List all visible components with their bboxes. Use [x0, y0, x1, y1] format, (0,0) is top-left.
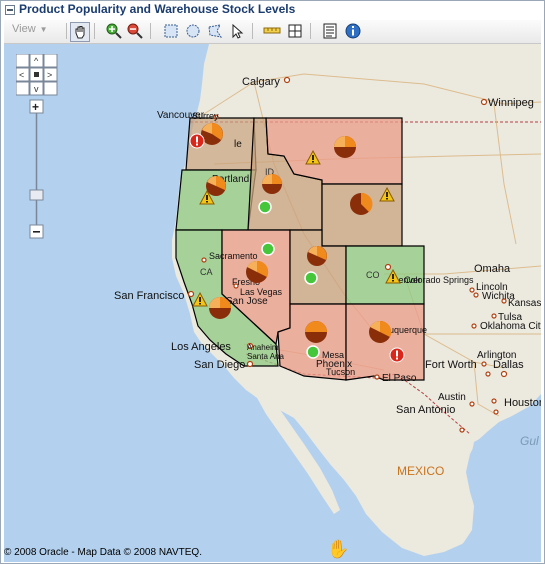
city-label-anaheim: Anaheim	[247, 343, 279, 352]
city-label-seattle: le	[234, 139, 242, 150]
chevron-down-icon: ▼	[39, 25, 48, 34]
city-label-omaha: Omaha	[474, 263, 511, 275]
city-label-winnipeg: Winnipeg	[488, 97, 534, 109]
city-label-santa-ana: Santa Ana	[247, 352, 284, 361]
city-label-oklahoma-city: Oklahoma City	[480, 321, 541, 332]
city-label-surrey: Surrey	[192, 111, 219, 121]
zoom-out-button[interactable]	[126, 22, 144, 40]
pie-marker[interactable]	[206, 176, 226, 196]
ok-status-icon[interactable]	[304, 271, 318, 285]
map-panel: Product Popularity and Warehouse Stock L…	[0, 0, 545, 564]
toolbar-separator	[66, 23, 67, 39]
minus-icon	[33, 231, 40, 233]
area-measure-button[interactable]	[286, 22, 304, 40]
zoom-out-icon	[127, 23, 143, 39]
collapse-icon[interactable]	[5, 5, 15, 15]
view-dropdown[interactable]: View ▼	[12, 23, 48, 35]
error-icon[interactable]	[189, 133, 205, 149]
city-label-tucson: Tucson	[326, 367, 355, 377]
polygon-select-icon	[208, 24, 223, 38]
country-label-mexico: MEXICO	[397, 464, 444, 478]
zoom-in-icon	[106, 23, 122, 39]
arrow-left-icon: <	[19, 70, 24, 80]
water-label-gulf: Gul	[520, 434, 539, 448]
pan-north-west-button[interactable]	[16, 54, 30, 68]
city-label-houston: Houston	[504, 397, 541, 409]
city-label-los-angeles: Los Angeles	[171, 341, 231, 353]
map-copyright: © 2008 Oracle - Map Data © 2008 NAVTEQ.	[4, 547, 202, 558]
city-label-austin: Austin	[438, 392, 466, 403]
panel-title: Product Popularity and Warehouse Stock L…	[19, 2, 296, 16]
rectangle-select-icon	[164, 24, 178, 38]
map-svg: Calgary Winnipeg Vancouver Surrey le Por…	[4, 44, 541, 562]
city-label-sacramento: Sacramento	[209, 251, 258, 261]
pie-marker[interactable]	[262, 174, 282, 194]
city-label-wichita: Wichita	[482, 291, 515, 302]
city-label-las-vegas: Las Vegas	[240, 287, 283, 297]
polygon-select-button[interactable]	[206, 22, 224, 40]
pie-marker[interactable]	[305, 321, 327, 343]
map-canvas[interactable]: Calgary Winnipeg Vancouver Surrey le Por…	[4, 44, 541, 562]
ruler-icon	[263, 27, 281, 34]
zoom-slider[interactable]: +	[29, 99, 44, 239]
plus-icon: +	[32, 100, 39, 114]
city-label-el-paso: El Paso	[382, 373, 417, 384]
toolbar-separator	[150, 23, 151, 39]
pan-tool-button[interactable]	[70, 22, 90, 42]
zoom-in-button[interactable]	[105, 22, 123, 40]
ok-status-icon[interactable]	[261, 242, 275, 256]
state-label-co: CO	[366, 270, 380, 280]
circle-select-icon	[186, 24, 200, 38]
measure-distance-button[interactable]	[263, 22, 281, 40]
city-label-colorado-springs: Colorado Springs	[404, 275, 474, 285]
hand-icon	[75, 26, 85, 39]
city-label-san-jose: San Jose	[226, 296, 268, 307]
arrow-right-icon: >	[47, 70, 52, 80]
center-dot-icon	[34, 72, 39, 77]
pie-marker[interactable]	[209, 297, 231, 319]
error-icon[interactable]	[389, 347, 405, 363]
panel-header: Product Popularity and Warehouse Stock L…	[1, 1, 544, 19]
toolbar-separator	[310, 23, 311, 39]
zoom-slider-thumb[interactable]	[29, 189, 44, 201]
pan-north-east-button[interactable]	[43, 54, 58, 68]
city-label-san-diego: San Diego	[194, 359, 245, 371]
city-label-fort-worth: Fort Worth	[425, 359, 477, 371]
pan-south-west-button[interactable]	[16, 81, 30, 96]
toolbar-separator	[94, 23, 95, 39]
circle-select-button[interactable]	[184, 22, 202, 40]
map-toolbar: View ▼	[4, 20, 541, 44]
arrow-down-icon: v	[34, 84, 39, 94]
pointer-icon	[232, 23, 244, 39]
state-label-ca: CA	[200, 267, 213, 277]
city-label-dallas: Dallas	[493, 359, 524, 371]
rectangle-select-button[interactable]	[162, 22, 180, 40]
pie-marker[interactable]	[350, 192, 373, 215]
city-label-calgary: Calgary	[242, 76, 280, 88]
ok-status-icon[interactable]	[306, 345, 320, 359]
region-new-mexico[interactable]	[345, 303, 425, 381]
pan-south-east-button[interactable]	[43, 81, 58, 96]
pie-marker[interactable]	[307, 246, 327, 266]
info-icon	[345, 23, 361, 39]
city-label-albuquerque: uquerque	[389, 325, 427, 335]
ok-status-icon[interactable]	[258, 200, 272, 214]
pie-marker[interactable]	[334, 136, 356, 158]
grid-icon	[288, 24, 302, 38]
pointer-select-button[interactable]	[228, 22, 246, 40]
toolbar-separator	[252, 23, 253, 39]
map-navigation-control: ^ v < > +	[16, 54, 58, 239]
info-button[interactable]	[344, 22, 362, 40]
legend-list-icon	[323, 23, 337, 39]
city-label-san-francisco: San Francisco	[114, 290, 184, 302]
city-label-san-antonio: San Antonio	[396, 404, 455, 416]
legend-button[interactable]	[321, 22, 339, 40]
hand-cursor-icon: ✋	[327, 539, 350, 559]
